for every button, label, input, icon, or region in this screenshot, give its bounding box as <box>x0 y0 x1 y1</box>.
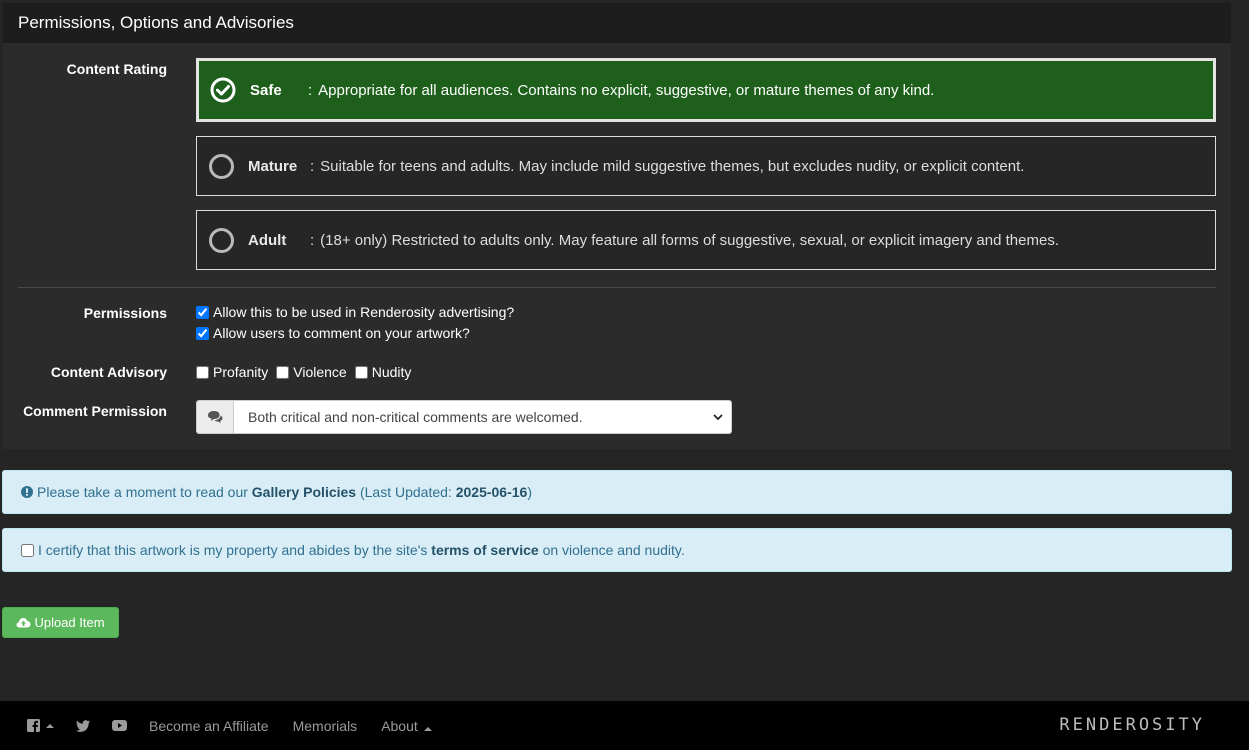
gallery-policies-link[interactable]: Gallery Policies <box>252 484 356 500</box>
comments-permission-label: Allow users to comment on your artwork? <box>213 325 470 341</box>
section-divider <box>18 287 1216 288</box>
advisory-profanity[interactable]: Profanity <box>196 364 268 380</box>
upload-item-button[interactable]: Upload Item <box>2 607 119 638</box>
certify-suffix: on violence and nudity. <box>542 542 685 558</box>
gallery-policy-alert: Please take a moment to read our Gallery… <box>2 470 1232 514</box>
content-advisory-options: Profanity Violence Nudity <box>196 364 419 380</box>
advertising-permission-label: Allow this to be used in Renderosity adv… <box>213 304 515 320</box>
rating-option-mature[interactable]: Mature : Suitable for teens and adults. … <box>196 136 1216 196</box>
certify-alert: I certify that this artwork is my proper… <box>2 528 1232 572</box>
facebook-icon <box>27 719 40 732</box>
advisory-violence[interactable]: Violence <box>276 364 347 380</box>
rating-name-adult: Adult <box>248 231 287 249</box>
comments-checkbox[interactable] <box>196 326 209 340</box>
facebook-menu[interactable] <box>27 719 54 732</box>
policy-updated-date: 2025-06-16 <box>455 484 528 500</box>
permissions-label: Permissions <box>83 305 167 321</box>
certify-checkbox[interactable] <box>21 543 34 557</box>
rating-separator: : <box>310 157 315 175</box>
site-footer: Become an Affiliate Memorials About REND… <box>0 701 1249 750</box>
violence-label: Violence <box>293 364 347 380</box>
radio-unselected-icon <box>209 153 234 179</box>
comment-permission-label: Comment Permission <box>23 403 167 419</box>
rating-separator: : <box>310 231 315 249</box>
rating-option-safe[interactable]: Safe : Appropriate for all audiences. Co… <box>196 58 1216 122</box>
exclamation-circle-icon <box>21 486 33 498</box>
renderosity-logo[interactable]: RENDEROSITY <box>1059 715 1205 735</box>
advertising-checkbox[interactable] <box>196 305 209 319</box>
caret-up-icon <box>46 723 54 728</box>
rating-option-adult[interactable]: Adult : (18+ only) Restricted to adults … <box>196 210 1216 270</box>
nudity-checkbox[interactable] <box>354 365 368 379</box>
comment-permission-select[interactable]: Both critical and non-critical comments … <box>196 400 732 434</box>
panel-title: Permissions, Options and Advisories <box>3 3 1231 43</box>
policy-updated-prefix: (Last Updated: <box>359 484 452 500</box>
policy-updated-suffix: ) <box>527 484 533 500</box>
content-rating-label: Content Rating <box>66 61 167 77</box>
rating-name-mature: Mature <box>248 157 298 175</box>
footer-link-about[interactable]: About <box>381 718 432 734</box>
twitter-icon <box>76 719 90 732</box>
content-advisory-label: Content Advisory <box>50 364 167 380</box>
comments-icon <box>208 411 223 423</box>
rating-separator: : <box>308 81 313 99</box>
certify-prefix: I certify that this artwork is my proper… <box>38 542 428 558</box>
rating-name-safe: Safe <box>250 81 282 99</box>
advisory-nudity[interactable]: Nudity <box>354 364 412 380</box>
chevron-down-icon <box>713 413 723 420</box>
cloud-upload-icon <box>16 618 31 628</box>
nudity-label: Nudity <box>371 364 412 380</box>
permissions-panel: Permissions, Options and Advisories Cont… <box>3 3 1231 449</box>
rating-description-adult: (18+ only) Restricted to adults only. Ma… <box>320 231 1059 249</box>
rating-description-safe: Appropriate for all audiences. Contains … <box>318 81 935 99</box>
policy-prefix: Please take a moment to read our <box>37 484 248 500</box>
profanity-label: Profanity <box>213 364 269 380</box>
footer-link-memorials[interactable]: Memorials <box>293 718 358 734</box>
footer-link-affiliate[interactable]: Become an Affiliate <box>149 718 269 734</box>
violence-checkbox[interactable] <box>276 365 290 379</box>
upload-item-label: Upload Item <box>34 615 105 630</box>
advertising-permission[interactable]: Allow this to be used in Renderosity adv… <box>196 304 514 320</box>
comments-permission[interactable]: Allow users to comment on your artwork? <box>196 325 470 341</box>
comment-permission-value[interactable]: Both critical and non-critical comments … <box>234 401 731 433</box>
profanity-checkbox[interactable] <box>196 365 209 379</box>
twitter-link[interactable] <box>76 719 90 732</box>
youtube-icon <box>112 720 127 731</box>
radio-unselected-icon <box>209 227 234 253</box>
select-addon <box>197 401 234 433</box>
check-circle-icon <box>210 77 236 103</box>
comment-permission-selected: Both critical and non-critical comments … <box>248 409 583 425</box>
rating-description-mature: Suitable for teens and adults. May inclu… <box>320 157 1025 175</box>
youtube-link[interactable] <box>112 720 127 731</box>
terms-of-service-link[interactable]: terms of service <box>431 542 538 558</box>
caret-up-icon <box>423 726 432 731</box>
footer-link-about-label: About <box>381 717 418 734</box>
